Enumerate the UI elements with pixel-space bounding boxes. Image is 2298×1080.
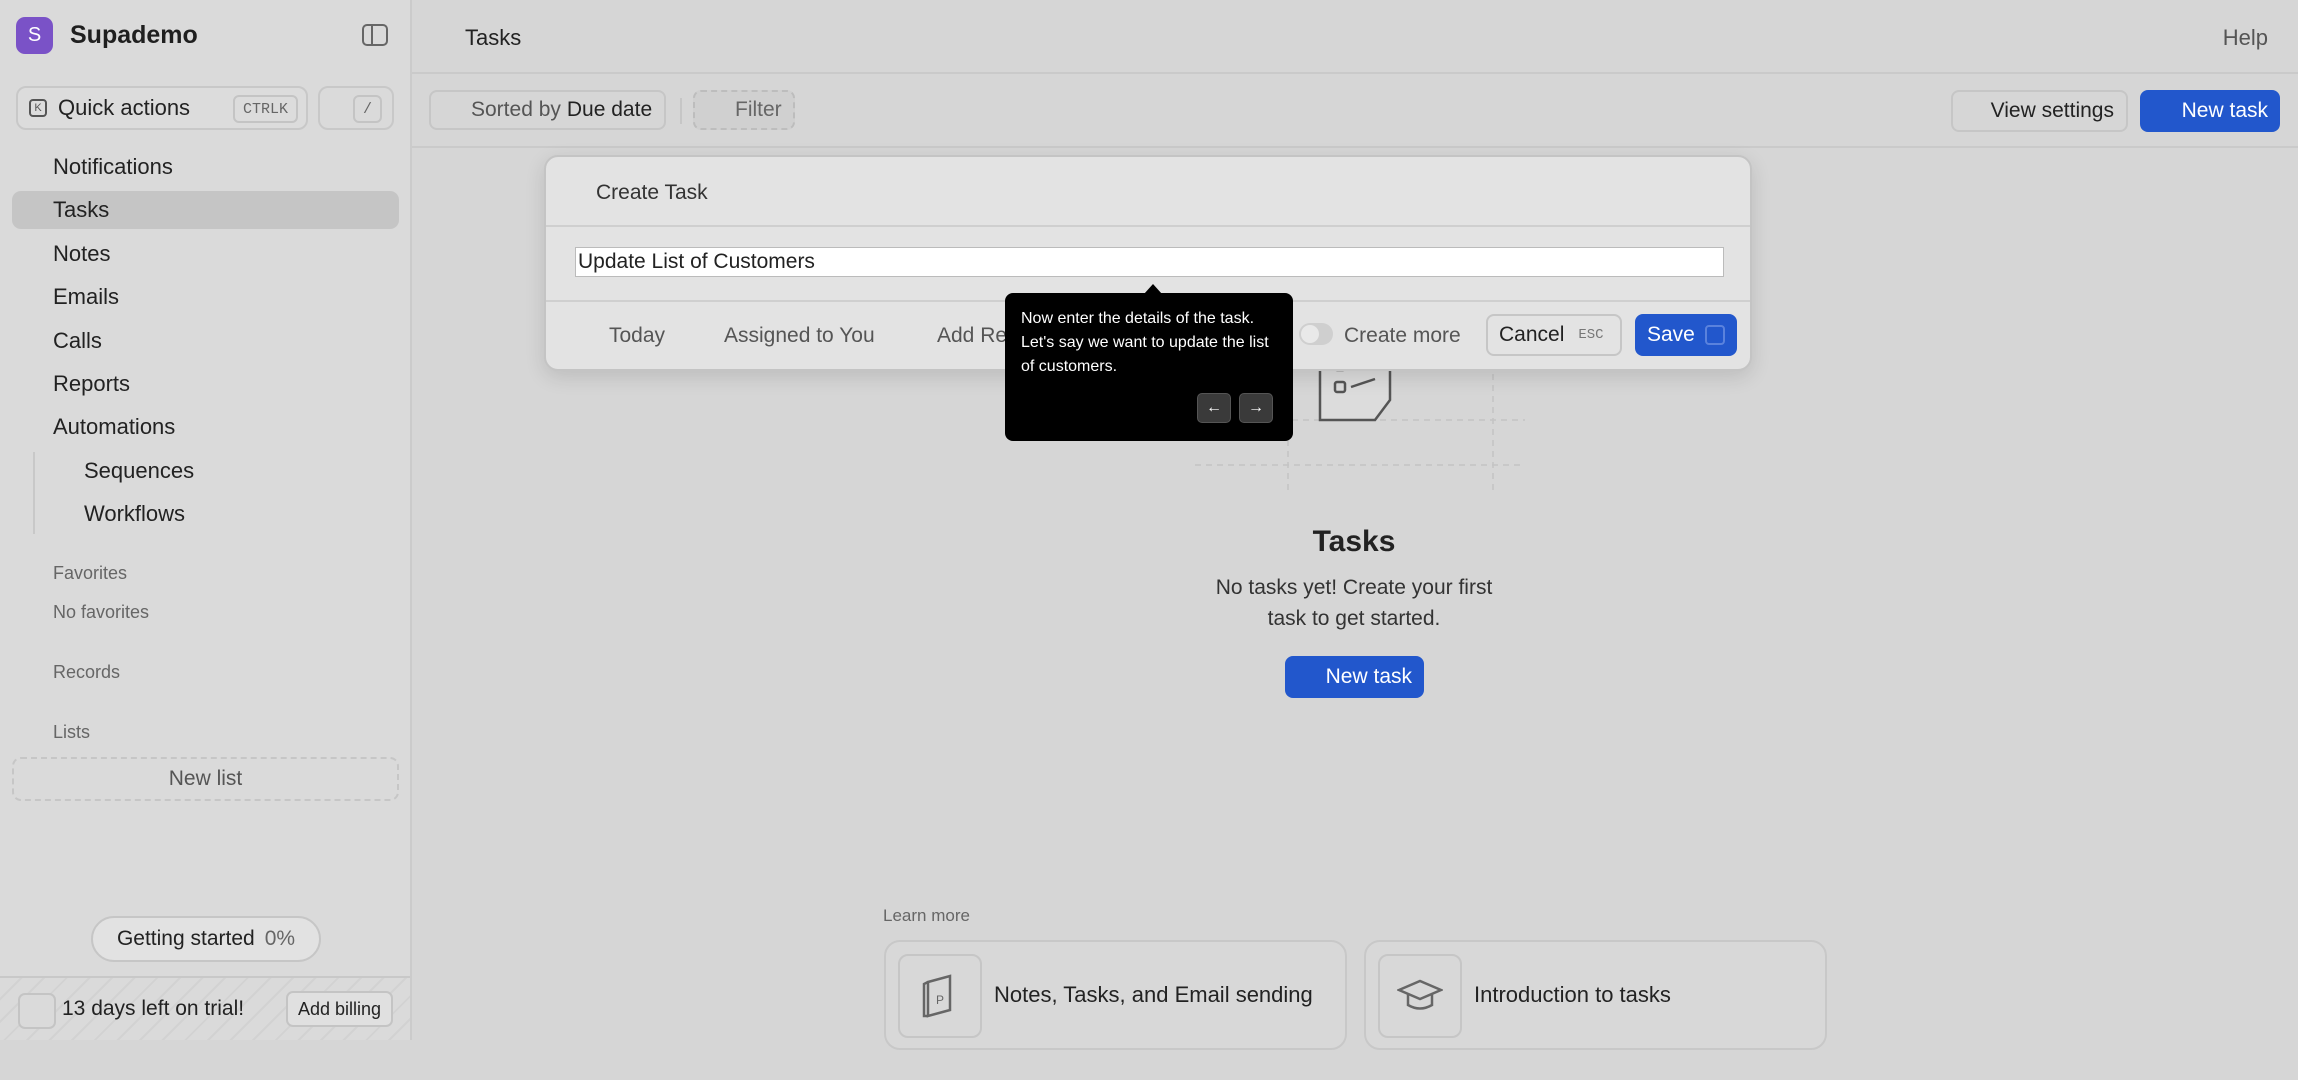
- save-label: Save: [1647, 323, 1695, 346]
- lists-heading[interactable]: Lists: [53, 722, 90, 743]
- app-logo: S: [16, 17, 53, 54]
- sidebar-item-reports[interactable]: Reports: [53, 365, 130, 403]
- create-more-toggle[interactable]: [1299, 323, 1333, 345]
- modal-title: Create Task: [596, 181, 708, 204]
- learn-card-notes-tasks-email[interactable]: P Notes, Tasks, and Email sending: [884, 940, 1347, 1050]
- favorites-heading: Favorites: [53, 563, 128, 583]
- cancel-button[interactable]: Cancel ESC: [1486, 314, 1622, 356]
- sort-value: Due date: [566, 98, 653, 121]
- book-icon: P: [898, 954, 982, 1038]
- learn-card-title: Notes, Tasks, and Email sending: [994, 982, 1313, 1007]
- page-title: Tasks: [465, 25, 522, 50]
- learn-more-heading: Learn more: [883, 906, 970, 925]
- records-heading[interactable]: Records: [53, 662, 120, 683]
- cancel-shortcut: ESC: [1578, 327, 1604, 343]
- graduation-cap-icon: [1378, 954, 1462, 1038]
- sidebar-item-emails[interactable]: Emails: [53, 278, 119, 316]
- quick-actions-button[interactable]: K Quick actions CTRLK: [16, 86, 308, 130]
- sidebar-item-notifications[interactable]: Notifications: [53, 148, 173, 186]
- sidebar-item-notes[interactable]: Notes: [53, 235, 110, 273]
- quick-actions-label: Quick actions: [58, 95, 191, 120]
- getting-started-button[interactable]: Getting started 0%: [91, 916, 321, 962]
- getting-started-label: Getting started: [116, 927, 255, 950]
- learn-card-title: Introduction to tasks: [1474, 982, 1671, 1007]
- sidebar-toggle-icon[interactable]: [362, 24, 388, 46]
- filter-button[interactable]: Filter: [693, 90, 795, 130]
- new-list-button[interactable]: New list: [12, 757, 399, 801]
- tooltip-text: Now enter the details of the task. Let's…: [1021, 310, 1269, 375]
- save-button[interactable]: Save: [1635, 314, 1737, 356]
- brand[interactable]: S Supademo: [16, 17, 198, 54]
- sidebar-item-sequences[interactable]: Sequences: [84, 452, 194, 490]
- save-shortcut-icon: [1705, 325, 1725, 345]
- toolbar-divider: [680, 98, 682, 124]
- empty-state-new-task-button[interactable]: New task: [1285, 656, 1424, 698]
- help-link[interactable]: Help: [2223, 25, 2268, 51]
- empty-state-title: Tasks: [1312, 525, 1396, 558]
- sidebar: S Supademo K Quick actions CTRLK / Notif…: [0, 0, 412, 1040]
- slash-command-button[interactable]: /: [318, 86, 394, 130]
- command-icon: K: [29, 99, 47, 117]
- guide-tooltip: Now enter the details of the task. Let's…: [1005, 284, 1293, 441]
- slash-shortcut: /: [352, 95, 382, 123]
- new-task-button[interactable]: New task: [2140, 90, 2280, 132]
- getting-started-percent: 0%: [264, 927, 296, 950]
- svg-text:P: P: [936, 993, 944, 1007]
- sidebar-item-workflows[interactable]: Workflows: [84, 495, 185, 533]
- add-record-chip[interactable]: Add Re: [937, 324, 1007, 348]
- sort-prefix: Sorted by: [471, 98, 561, 121]
- toolbar: Sorted by Due date Filter View settings …: [412, 74, 2298, 148]
- sidebar-item-automations[interactable]: Automations: [53, 408, 175, 446]
- sidebar-item-calls[interactable]: Calls: [53, 322, 102, 360]
- trial-text: 13 days left on trial!: [62, 997, 245, 1020]
- learn-card-intro-tasks[interactable]: Introduction to tasks: [1364, 940, 1827, 1050]
- header: Tasks Help: [412, 0, 2298, 74]
- add-billing-button[interactable]: Add billing: [286, 991, 394, 1027]
- due-date-chip[interactable]: Today: [609, 324, 665, 348]
- favorites-empty: No favorites: [53, 602, 150, 622]
- tooltip-next-button[interactable]: →: [1239, 393, 1273, 423]
- trial-icon: [18, 993, 56, 1029]
- modal-divider: [546, 225, 1750, 227]
- assignee-chip[interactable]: Assigned to You: [724, 324, 875, 348]
- empty-state-description: No tasks yet! Create your first task to …: [1215, 576, 1493, 630]
- create-more-label: Create more: [1344, 324, 1461, 347]
- sidebar-item-tasks[interactable]: Tasks: [12, 191, 399, 229]
- subnav-guide-line: [33, 452, 35, 534]
- sort-button[interactable]: Sorted by Due date: [429, 90, 667, 130]
- cancel-label: Cancel: [1499, 323, 1565, 346]
- app-name: Supademo: [70, 21, 198, 49]
- quick-actions-shortcut: CTRLK: [232, 95, 298, 123]
- tooltip-prev-button[interactable]: ←: [1197, 393, 1231, 423]
- task-title-input[interactable]: [575, 247, 1724, 277]
- trial-banner: 13 days left on trial! Add billing: [0, 976, 410, 1040]
- view-settings-button[interactable]: View settings: [1950, 90, 2128, 132]
